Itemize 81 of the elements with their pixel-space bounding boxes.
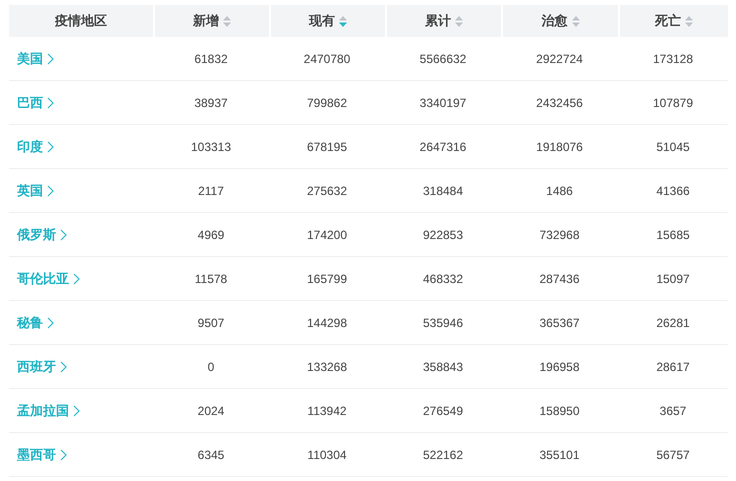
table-cell: 4969 (198, 228, 224, 242)
table-cell: 107879 (652, 96, 694, 110)
column-header: 疫情地区 (9, 5, 153, 37)
chevron-right-icon (60, 360, 67, 372)
sort-icon[interactable] (572, 16, 580, 26)
region-link[interactable]: 秘鲁 (17, 314, 54, 332)
table-cell: 165799 (306, 272, 348, 286)
chevron-right-icon (47, 96, 54, 108)
table-cell: 365367 (539, 316, 580, 330)
table-cell: 276549 (422, 404, 464, 418)
table-cell: 9507 (198, 316, 224, 330)
table-cell: 2470780 (304, 52, 350, 66)
chevron-right-icon (73, 272, 80, 284)
table-cell: 358843 (422, 360, 464, 374)
table-cell: 2117 (198, 184, 224, 198)
table-cell: 535946 (422, 316, 464, 330)
table-cell: 174200 (306, 228, 348, 242)
table-cell: 56757 (656, 448, 690, 462)
table-cell: 26281 (656, 316, 690, 330)
table-cell: 158950 (539, 404, 580, 418)
column-header[interactable]: 死亡 (618, 5, 728, 37)
region-link[interactable]: 美国 (17, 50, 54, 68)
table-cell: 11578 (194, 272, 228, 286)
region-link[interactable]: 俄罗斯 (17, 226, 67, 244)
sort-icon[interactable] (455, 16, 463, 26)
table-cell: 1918076 (536, 140, 583, 154)
table-cell: 318484 (422, 184, 464, 198)
table-cell: 28617 (656, 360, 690, 374)
table-cell: 287436 (539, 272, 580, 286)
region-link[interactable]: 英国 (17, 182, 54, 200)
table-cell: 38937 (194, 96, 228, 110)
chevron-right-icon (60, 448, 67, 460)
sort-icon[interactable] (223, 16, 231, 26)
table-cell: 113942 (307, 404, 347, 418)
table-cell: 173128 (652, 52, 694, 66)
chevron-right-icon (60, 228, 67, 240)
table-cell: 103313 (190, 140, 232, 154)
table-cell: 41366 (656, 184, 690, 198)
table-cell: 133268 (306, 360, 348, 374)
table-cell: 1486 (546, 184, 573, 198)
column-header[interactable]: 累计 (385, 5, 501, 37)
sort-icon[interactable] (685, 16, 693, 26)
chevron-right-icon (47, 316, 54, 328)
region-link[interactable]: 哥伦比亚 (17, 270, 80, 288)
table-cell: 799862 (306, 96, 348, 110)
table-cell: 522162 (422, 448, 464, 462)
table-cell: 3657 (660, 404, 686, 418)
chevron-right-icon (47, 52, 54, 64)
table-cell: 468332 (422, 272, 464, 286)
chevron-right-icon (47, 140, 54, 152)
table-cell: 275632 (306, 184, 348, 198)
table-cell: 922853 (422, 228, 464, 242)
table-cell: 678195 (306, 140, 348, 154)
table-cell: 144298 (306, 316, 348, 330)
table-cell: 6345 (198, 448, 224, 462)
table-cell: 110304 (307, 448, 347, 462)
table-cell: 15097 (656, 272, 690, 286)
region-link[interactable]: 孟加拉国 (17, 402, 80, 420)
table-cell: 2647316 (420, 140, 466, 154)
table-cell: 15685 (656, 228, 690, 242)
table-cell: 61832 (194, 52, 228, 66)
table-cell: 2922724 (536, 52, 583, 66)
region-link[interactable]: 西班牙 (17, 358, 67, 376)
column-header[interactable]: 现有 (269, 5, 385, 37)
region-link[interactable]: 印度 (17, 138, 54, 156)
table-cell: 196958 (539, 360, 580, 374)
column-header[interactable]: 新增 (153, 5, 269, 37)
table-cell: 0 (208, 360, 214, 374)
region-link[interactable]: 墨西哥 (17, 446, 67, 464)
column-header[interactable]: 治愈 (501, 5, 618, 37)
table-cell: 3340197 (420, 96, 466, 110)
sort-icon[interactable] (339, 16, 347, 26)
region-link[interactable]: 巴西 (17, 94, 54, 112)
chevron-right-icon (73, 404, 80, 416)
table-cell: 2024 (198, 404, 224, 418)
table-cell: 51045 (656, 140, 690, 154)
table-cell: 5566632 (420, 52, 466, 66)
table-cell: 2432456 (536, 96, 583, 110)
table-cell: 355101 (539, 448, 580, 462)
chevron-right-icon (47, 184, 54, 196)
table-cell: 732968 (539, 228, 580, 242)
